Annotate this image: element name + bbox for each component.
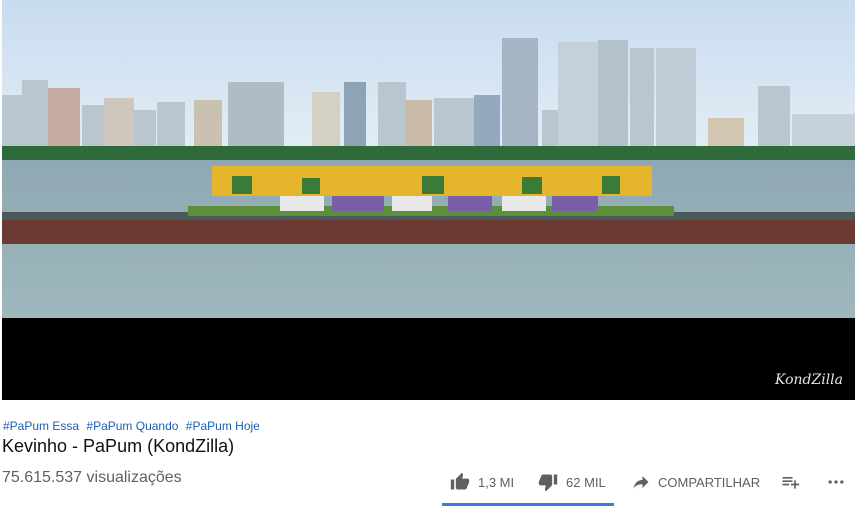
share-arrow-icon: [633, 476, 649, 489]
dislike-button[interactable]: 62 MIL: [538, 470, 606, 494]
hashtag-list: #PaPum Essa #PaPum Quando #PaPum Hoje: [3, 419, 264, 433]
view-count: 75.615.537 visualizações: [2, 469, 182, 486]
share-label: COMPARTILHAR: [658, 474, 761, 490]
like-button[interactable]: 1,3 MI: [450, 470, 514, 494]
dislike-count: 62 MIL: [566, 474, 606, 490]
hashtag-link[interactable]: #PaPum Quando: [86, 419, 178, 433]
save-to-playlist-button[interactable]: [780, 470, 800, 494]
add-to-playlist-icon: [782, 477, 800, 489]
thumbs-up-icon: [450, 472, 470, 490]
more-horizontal-icon: [828, 480, 844, 484]
hashtag-link[interactable]: #PaPum Hoje: [186, 419, 260, 433]
video-frame: [2, 0, 855, 400]
share-button[interactable]: COMPARTILHAR: [632, 470, 760, 494]
like-count: 1,3 MI: [478, 474, 515, 490]
thumbs-down-icon: [538, 474, 558, 492]
hashtag-link[interactable]: #PaPum Essa: [3, 419, 79, 433]
video-title: Kevinho - PaPum (KondZilla): [2, 436, 235, 456]
channel-watermark: KondZilla: [775, 372, 843, 388]
video-player[interactable]: KondZilla: [2, 0, 855, 400]
more-actions-button[interactable]: [826, 470, 846, 494]
